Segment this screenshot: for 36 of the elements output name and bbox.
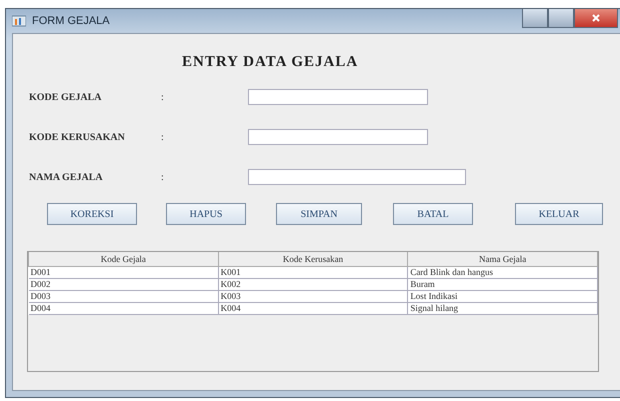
table-cell: Card Blink dan hangus — [408, 266, 598, 278]
table-cell: K003 — [218, 290, 408, 302]
column-header[interactable]: Kode Gejala — [28, 252, 218, 266]
column-header[interactable]: Nama Gejala — [408, 252, 598, 266]
close-button[interactable] — [574, 9, 618, 28]
input-field[interactable] — [248, 129, 428, 145]
colon: : — [161, 132, 165, 142]
action-button[interactable]: BATAL — [393, 203, 473, 225]
table-cell: K001 — [218, 266, 408, 278]
table-cell: D003 — [28, 290, 218, 302]
table-cell: K004 — [218, 302, 408, 314]
minimize-button[interactable] — [522, 9, 548, 28]
input-field[interactable] — [248, 89, 428, 105]
app-icon — [12, 15, 26, 27]
table-cell: D004 — [28, 302, 218, 314]
action-button[interactable]: SIMPAN — [276, 203, 362, 225]
form-heading: ENTRY DATA GEJALA — [182, 54, 360, 71]
table-cell: D002 — [28, 278, 218, 290]
maximize-button[interactable] — [548, 9, 574, 28]
field-label: KODE KERUSAKAN — [29, 132, 126, 142]
input-field[interactable] — [248, 169, 466, 185]
window-title: FORM GEJALA — [32, 15, 111, 27]
action-button[interactable]: KOREKSI — [47, 203, 137, 225]
close-icon — [592, 14, 600, 22]
table-cell: D001 — [28, 266, 218, 278]
action-button[interactable]: KELUAR — [515, 203, 603, 225]
colon: : — [161, 92, 165, 102]
field-label: NAMA GEJALA — [29, 172, 104, 182]
table-cell: K002 — [218, 278, 408, 290]
colon: : — [161, 172, 165, 182]
table-cell: Lost Indikasi — [408, 290, 598, 302]
field-label: KODE GEJALA — [29, 92, 103, 102]
action-button[interactable]: HAPUS — [166, 203, 246, 225]
table-cell: Signal hilang — [408, 302, 598, 314]
column-header[interactable]: Kode Kerusakan — [218, 252, 408, 266]
table-cell: Buram — [408, 278, 598, 290]
